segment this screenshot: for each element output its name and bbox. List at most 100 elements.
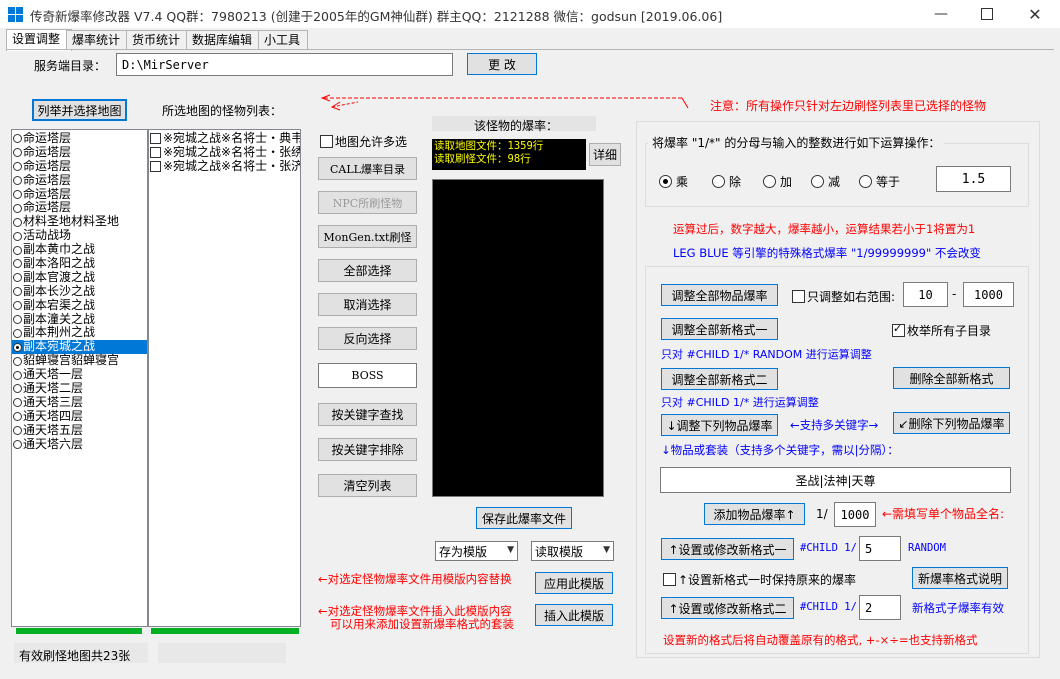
map-list-item[interactable]: 通天塔一层 — [12, 367, 147, 382]
keep-rate-check[interactable]: ↑设置新格式一时保持原来的爆率 — [663, 571, 856, 588]
monster-list-item[interactable]: ※宛城之战※名将士・张济 — [149, 159, 300, 174]
maximize-button[interactable] — [964, 0, 1010, 28]
radio-icon — [712, 175, 725, 188]
radio-icon — [811, 175, 824, 188]
map-list-item[interactable]: 通天塔五层 — [12, 423, 147, 438]
items-input[interactable]: 圣战|法神|天尊 — [660, 467, 1011, 493]
tab-drop-stats[interactable]: 爆率统计 — [66, 30, 128, 50]
deselect-button[interactable]: 取消选择 — [318, 293, 417, 316]
monster-list-item[interactable]: ※宛城之战※名将士・张绣 — [149, 145, 300, 160]
adjust-all-new1-button[interactable]: 调整全部新格式一 — [661, 318, 778, 340]
map-list-item[interactable]: 副本宕渠之战 — [12, 298, 147, 313]
map-list-item[interactable]: 通天塔二层 — [12, 381, 147, 396]
change-dir-button[interactable]: 更 改 — [467, 53, 537, 75]
checkbox-icon — [320, 135, 333, 148]
tab-currency-stats[interactable]: 货币统计 — [126, 30, 188, 50]
child1-label: #CHILD 1/ — [800, 542, 857, 554]
map-list[interactable]: 命运塔层 命运塔层 命运塔层 命运塔层 命运塔层 命运塔层 材料圣地材料圣地 活动战场 副本黄巾… — [11, 129, 148, 627]
adjust-listed-items-button[interactable]: ↓调整下列物品爆率 — [661, 414, 778, 436]
map-list-item[interactable]: 命运塔层 — [12, 201, 147, 215]
map-list-item[interactable]: 命运塔层 — [12, 131, 147, 146]
op-subtract-radio[interactable]: 减 — [811, 173, 840, 190]
enum-subdir-check[interactable]: 枚举所有子目录 — [892, 322, 991, 339]
map-list-item[interactable]: 通天塔六层 — [12, 436, 147, 452]
load-template-value: 读取模版 — [535, 544, 584, 559]
load-template-combo[interactable]: 读取模版 ▼ — [531, 541, 614, 561]
exclude-keyword-button[interactable]: 按关键字排除 — [318, 438, 417, 461]
keyword-input[interactable]: BOSS — [318, 363, 417, 388]
map-list-item[interactable]: 副本潼关之战 — [12, 312, 147, 327]
invert-select-button[interactable]: 反向选择 — [318, 327, 417, 350]
close-icon: ✕ — [1028, 4, 1042, 24]
console-line-1: 读取地图文件：1359行 — [434, 140, 544, 152]
range-from-input[interactable]: 10 — [903, 282, 948, 307]
map-list-item[interactable]: 副本官渡之战 — [12, 270, 147, 285]
tab-tools[interactable]: 小工具 — [258, 30, 308, 50]
map-name: 通天塔六层 — [23, 436, 84, 451]
detail-button[interactable]: 详细 — [589, 143, 621, 166]
op-value-input[interactable]: 1.5 — [936, 166, 1011, 192]
add-rate-input[interactable]: 1000 — [834, 502, 876, 527]
range-only-check[interactable]: 只调整如右范围: — [792, 288, 895, 305]
monster-progress-bar — [151, 628, 299, 634]
server-dir-input[interactable]: D:\MirServer — [116, 53, 453, 76]
tab-settings[interactable]: 设置调整 — [6, 29, 72, 51]
clear-list-button[interactable]: 清空列表 — [318, 474, 417, 497]
map-name: 通天塔三层 — [23, 394, 84, 409]
format-explain-button[interactable]: 新爆率格式说明 — [912, 567, 1008, 589]
console-panel: 读取地图文件：1359行 读取刷怪文件：98行 — [432, 139, 586, 170]
list-maps-button[interactable]: 列举并选择地图 — [32, 99, 127, 121]
console-line-2: 读取刷怪文件：98行 — [434, 153, 531, 165]
map-list-item[interactable]: 命运塔层 — [12, 145, 147, 160]
monster-list-item[interactable]: ※宛城之战※名将士・典韦 — [149, 131, 300, 146]
radio-icon — [13, 301, 22, 311]
delete-listed-items-button[interactable]: ↙删除下列物品爆率 — [893, 412, 1010, 434]
allow-multi-map-check[interactable]: 地图允许多选 — [320, 133, 407, 150]
map-list-item[interactable]: 材料圣地材料圣地 — [12, 214, 147, 229]
map-list-item[interactable]: 命运塔层 — [12, 159, 147, 174]
drop-rate-editor[interactable] — [432, 179, 604, 497]
monster-list[interactable]: ※宛城之战※名将士・典韦 ※宛城之战※名将士・张绣 ※宛城之战※名将士・张济 — [148, 129, 301, 627]
op-add-radio[interactable]: 加 — [763, 173, 792, 190]
radio-icon — [13, 440, 22, 450]
map-list-item[interactable]: 副本洛阳之战 — [12, 256, 147, 271]
find-keyword-button[interactable]: 按关键字查找 — [318, 403, 417, 426]
map-list-item[interactable]: 命运塔层 — [12, 173, 147, 188]
tab-database-edit[interactable]: 数据库编辑 — [186, 30, 260, 50]
save-template-combo[interactable]: 存为模版 ▼ — [435, 541, 518, 561]
map-name: 命运塔层 — [23, 131, 72, 145]
delete-all-new-button[interactable]: 删除全部新格式 — [893, 367, 1010, 389]
map-list-item[interactable]: 通天塔三层 — [12, 394, 147, 410]
close-button[interactable]: ✕ — [1012, 0, 1058, 28]
map-list-item[interactable]: 貂蝉寝宫貂蝉寝宫 — [12, 353, 147, 368]
insert-template-button[interactable]: 插入此模版 — [535, 604, 613, 626]
map-list-item[interactable]: 通天塔四层 — [12, 409, 147, 424]
range-to-input[interactable]: 1000 — [963, 282, 1014, 307]
minimize-button[interactable]: — — [918, 0, 964, 28]
mongen-button[interactable]: MonGen.txt刷怪 — [318, 225, 417, 248]
window-title: 传奇新爆率修改器 V7.4 QQ群：7980213 (创建于2005年的GM神仙… — [30, 9, 723, 24]
checkbox-icon — [150, 161, 161, 173]
map-list-item[interactable]: 副本黄巾之战 — [12, 242, 147, 257]
select-all-button[interactable]: 全部选择 — [318, 259, 417, 282]
adjust-all-new2-button[interactable]: 调整全部新格式二 — [661, 368, 778, 390]
apply-template-button[interactable]: 应用此模版 — [535, 572, 613, 594]
new2-value-input[interactable]: 2 — [859, 595, 901, 620]
map-list-item[interactable]: 副本长沙之战 — [12, 284, 147, 299]
npc-monsters-button[interactable]: NPC所刷怪物 — [318, 191, 417, 214]
set-new1-button[interactable]: ↑设置或修改新格式一 — [661, 538, 794, 560]
set-new2-button[interactable]: ↑设置或修改新格式二 — [661, 597, 794, 619]
save-drop-file-button[interactable]: 保存此爆率文件 — [476, 507, 572, 529]
op-equal-radio[interactable]: 等于 — [859, 173, 900, 190]
drop-rate-label: 该怪物的爆率： — [474, 119, 559, 133]
call-drop-dir-button[interactable]: CALL爆率目录 — [318, 157, 417, 180]
op-divide-radio[interactable]: 除 — [712, 173, 741, 190]
adjust-all-items-button[interactable]: 调整全部物品爆率 — [661, 284, 778, 306]
map-name: 通天塔一层 — [23, 367, 84, 382]
op-multiply-radio[interactable]: 乘 — [659, 173, 688, 190]
insert-template-note-2: 可以用来添加设置新爆率格式的套装 — [330, 617, 514, 631]
add-item-rate-button[interactable]: 添加物品爆率↑ — [704, 503, 805, 525]
map-list-item[interactable]: 活动战场 — [12, 228, 147, 243]
new1-value-input[interactable]: 5 — [859, 536, 901, 561]
map-name: 貂蝉寝宫貂蝉寝宫 — [23, 353, 120, 368]
